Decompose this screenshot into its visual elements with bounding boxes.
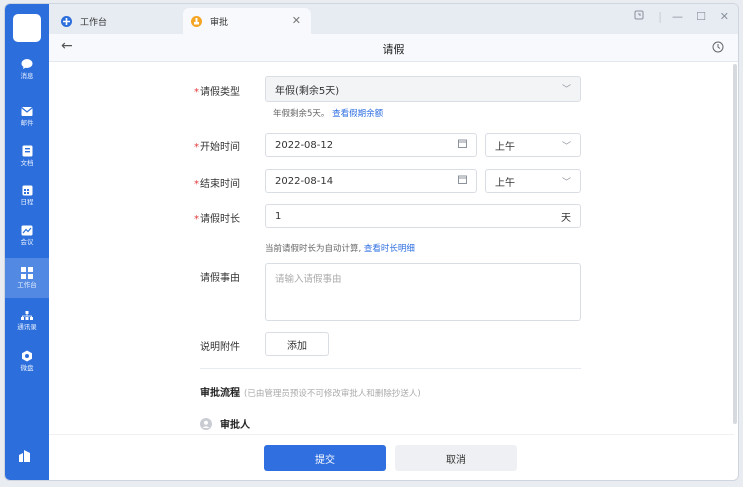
avatar[interactable] [13,14,41,42]
rail-item-mail[interactable]: 邮件 [5,97,49,135]
approval-flow-title: 审批流程 (已由管理员预设不可修改审批人和删除抄送人) [200,388,421,399]
workbench-tab-icon [61,15,72,27]
building-icon [19,450,30,462]
reason-placeholder: 请输入请假事由 [275,274,342,285]
end-time-label: *结束时间 [194,179,240,190]
scrollbar-thumb[interactable] [733,64,737,424]
tab-approval[interactable]: 审批 ✕ [183,8,311,34]
reason-label: 请假事由 [200,273,240,284]
workbench-icon [21,267,33,280]
duration-unit: 天 [561,213,571,224]
end-date-value: 2022-08-14 [275,175,334,187]
start-date-value: 2022-08-12 [275,139,334,151]
scrollbar[interactable] [732,62,738,432]
pin-icon[interactable] [634,10,644,23]
rail-item-calendar[interactable]: 日程 [5,176,49,214]
leave-balance-hint: 年假剩余5天。 查看假期余额 [273,109,384,119]
cancel-button[interactable]: 取消 [395,445,517,471]
leave-type-label: *请假类型 [194,87,240,98]
chevron-down-icon: ﹀ [561,142,571,152]
app-window: 消息 邮件 文档 日程 会议 工作台 通讯录 微盘 工作台 审批 ✕ | — ☐… [4,3,739,481]
rail-item-label: 微盘 [20,364,34,373]
page-header: ← 请假 [49,34,738,62]
reason-textarea[interactable]: 请输入请假事由 [265,263,581,321]
rail-item-label: 会议 [20,237,34,246]
approver-label: 审批人 [220,420,250,431]
rail-settings[interactable] [18,449,32,466]
doc-icon [22,145,32,157]
start-period-value: 上午 [495,141,515,153]
approval-tab-icon [191,15,202,27]
submit-button[interactable]: 提交 [264,445,386,471]
rail-item-drive[interactable]: 微盘 [5,342,49,380]
rail-item-label: 工作台 [17,281,37,290]
rail-item-label: 日程 [20,197,34,206]
form-footer: 提交 取消 [49,434,734,480]
rail-item-meeting[interactable]: 会议 [5,216,49,254]
mail-icon [21,106,33,116]
end-period-value: 上午 [495,177,515,189]
start-time-label: *开始时间 [194,142,240,153]
duration-input[interactable]: 1 天 [265,204,581,228]
tab-label: 工作台 [80,17,108,28]
add-attachment-button[interactable]: 添加 [265,332,329,356]
rail-item-workbench[interactable]: 工作台 [5,258,49,298]
chevron-down-icon: ﹀ [561,178,571,188]
minimize-icon[interactable]: — [672,10,683,23]
end-period-select[interactable]: 上午 ﹀ [485,169,581,193]
calendar-icon [22,185,32,196]
start-date-input[interactable]: 2022-08-12 [265,133,477,157]
tab-label: 审批 [210,17,229,28]
start-period-select[interactable]: 上午 ﹀ [485,133,581,157]
tab-workbench[interactable]: 工作台 [61,8,181,34]
duration-hint: 当前请假时长为自动计算, 查看时长明细 [265,244,415,254]
attachment-label: 说明附件 [200,342,240,353]
section-divider [200,368,581,369]
maximize-icon[interactable]: ☐ [696,10,706,23]
message-icon [21,59,33,70]
meeting-icon [21,225,33,236]
rail-item-message[interactable]: 消息 [5,50,49,88]
left-rail: 消息 邮件 文档 日程 会议 工作台 通讯录 微盘 [5,4,49,480]
view-duration-detail-link[interactable]: 查看时长明细 [364,244,415,254]
window-close-icon[interactable]: ✕ [720,10,729,23]
window-divider: | [658,10,662,23]
calendar-picker-icon [458,175,467,187]
rail-item-label: 文档 [20,159,34,168]
history-clock-icon[interactable] [712,41,724,56]
tab-strip: 工作台 审批 ✕ | — ☐ ✕ [49,4,738,34]
rail-item-contacts[interactable]: 通讯录 [5,302,49,340]
duration-value: 1 [275,210,282,222]
leave-type-select[interactable]: 年假(剩余5天) ﹀ [265,76,581,102]
contacts-icon [21,311,33,321]
rail-item-label: 通讯录 [17,323,37,332]
leave-type-value: 年假(剩余5天) [275,85,340,97]
view-balance-link[interactable]: 查看假期余额 [332,109,383,119]
close-icon[interactable]: ✕ [292,14,301,27]
approver-avatar-icon [200,417,212,430]
end-date-input[interactable]: 2022-08-14 [265,169,477,193]
approval-flow-note: (已由管理员预设不可修改审批人和删除抄送人) [244,389,421,399]
drive-icon [22,350,32,362]
chevron-down-icon: ﹀ [561,85,571,95]
page-title: 请假 [382,43,405,56]
approver-row: 审批人 [200,416,250,431]
leave-form: *请假类型 年假(剩余5天) ﹀ 年假剩余5天。 查看假期余额 *开始时间 20… [49,62,734,480]
duration-label: *请假时长 [194,214,240,225]
calendar-picker-icon [458,139,467,151]
rail-item-doc[interactable]: 文档 [5,137,49,175]
rail-item-label: 消息 [20,72,34,81]
rail-item-label: 邮件 [20,118,34,127]
